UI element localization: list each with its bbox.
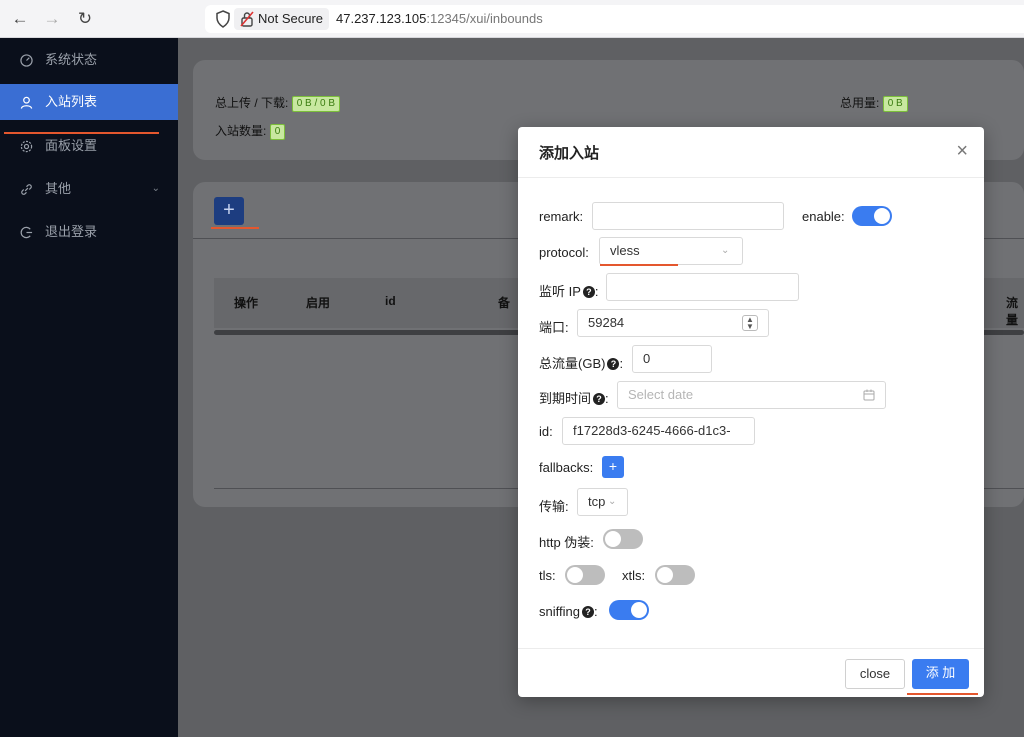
total-flow-input[interactable]: 0 [632,345,712,373]
chevron-down-icon: ⌄ [608,496,617,507]
modal-header-divider [518,177,984,178]
url-host: 47.237.123.105 [336,11,427,26]
enable-label: enable: [802,209,845,224]
total-flow-label: 总流量(GB)?: [539,356,624,371]
protocol-selected-value: vless [610,243,640,258]
remark-label: remark: [539,209,584,224]
listen-ip-label-text: 监听 IP [539,284,581,299]
sidebar-item-logout[interactable]: 退出登录 [0,214,178,250]
sniffing-label-text: sniffing [539,604,580,619]
upload-download-stat: 总上传 / 下载: 0 B / 0 B [215,94,341,112]
not-secure-indicator[interactable]: Not Secure [234,8,330,30]
sidebar-item-label: 退出登录 [45,224,98,239]
chevron-down-icon: ⌄ [721,245,730,256]
http-camouflage-label: http 伪装: [539,535,594,550]
add-fallback-button[interactable]: + [602,456,624,478]
expiry-label-text: 到期时间 [539,391,592,406]
total-usage-label: 总用量: [840,96,880,110]
chevron-down-icon: ⌄ [151,183,160,194]
url-path: :12345/xui/inbounds [426,11,543,26]
logout-icon [20,226,33,239]
xtls-label: xtls: [622,568,646,583]
sidebar-item-label: 面板设置 [45,138,98,153]
sidebar-item-inbounds[interactable]: 入站列表 [0,84,178,120]
sidebar-item-others[interactable]: 其他 ⌄ [0,171,178,207]
tls-toggle[interactable] [565,565,605,585]
forward-arrow-icon[interactable]: → [42,9,62,29]
close-icon[interactable]: × [956,141,968,161]
port-stepper[interactable]: ▲ ▼ [742,315,758,331]
inbound-count-label: 入站数量: [215,124,267,138]
total-flow-label-text: 总流量(GB) [539,356,606,371]
id-input[interactable]: f17228d3-6245-4666-d1c3- [562,417,755,445]
transport-select[interactable]: tcp [577,488,628,516]
upload-download-label: 总上传 / 下载: [215,96,289,110]
transport-selected-value: tcp [588,494,606,509]
add-button[interactable]: 添 加 [912,659,969,689]
calendar-icon [863,389,875,401]
total-usage-stat: 总用量: 0 B [840,94,908,112]
total-usage-badge: 0 B [882,95,908,112]
modal-footer-divider [518,648,984,649]
annotation-underline-add-button [907,693,978,695]
id-value: f17228d3-6245-4666-d1c3- [573,423,731,438]
link-icon [21,184,32,195]
user-icon [20,96,33,109]
total-flow-value: 0 [643,351,651,366]
not-secure-label: Not Secure [258,11,324,26]
inbound-count-badge: 0 [269,123,286,140]
fallbacks-label: fallbacks: [539,460,594,475]
reload-icon[interactable]: ↻ [75,9,95,29]
back-arrow-icon[interactable]: ← [10,9,30,29]
upload-download-badge: 0 B / 0 B [291,95,341,112]
listen-ip-label: 监听 IP?: [539,284,599,299]
inbound-count-stat: 入站数量: 0 [215,122,286,140]
gear-icon [20,140,33,153]
table-header-action: 操作 [234,296,259,310]
annotation-underline-add [211,227,259,229]
annotation-underline-inbounds [4,132,159,134]
add-inbound-button[interactable]: + [214,197,244,225]
sniffing-toggle[interactable] [609,600,649,620]
sidebar: 系统状态 入站列表 面板设置 其他 ⌄ 退出登录 [0,38,178,737]
port-input[interactable]: 59284 [577,309,769,337]
expiry-date-picker[interactable]: Select date [617,381,886,409]
insecure-lock-icon [240,11,254,27]
close-button[interactable]: close [845,659,905,689]
id-label: id: [539,424,553,439]
help-icon: ? [582,286,595,298]
add-inbound-modal: 添加入站 × remark: enable: protocol: vless ⌄… [518,127,984,697]
expiry-label: 到期时间?: [539,391,609,406]
shield-icon[interactable] [215,10,231,28]
table-header-id: id [385,294,396,308]
dashboard-icon [20,54,33,67]
modal-title: 添加入站 [539,145,600,162]
sidebar-item-label: 系统状态 [45,52,98,67]
browser-toolbar: ← → ↻ Not Secure 47.237.123.105:12345/xu… [0,0,1024,38]
sidebar-item-system-status[interactable]: 系统状态 [0,42,178,78]
table-header-traffic: 流量 [1006,296,1019,327]
table-header-remark: 备 [498,296,511,310]
help-icon: ? [593,393,606,405]
listen-ip-input[interactable] [606,273,799,301]
enable-toggle[interactable] [852,206,892,226]
help-icon: ? [607,358,620,370]
address-bar[interactable]: Not Secure 47.237.123.105:12345/xui/inbo… [205,5,1024,33]
port-value: 59284 [588,315,625,330]
transport-label: 传输: [539,499,569,514]
annotation-underline-protocol [600,264,678,266]
url-text[interactable]: 47.237.123.105:12345/xui/inbounds [336,5,543,33]
help-icon: ? [581,606,594,618]
xtls-toggle[interactable] [655,565,695,585]
sidebar-item-label: 入站列表 [45,94,98,109]
tls-label: tls: [539,568,556,583]
table-header-enabled: 启用 [306,296,331,310]
sniffing-label: sniffing?: [539,604,598,619]
expiry-placeholder: Select date [628,387,694,402]
remark-input[interactable] [592,202,784,230]
http-camouflage-toggle[interactable] [603,529,643,549]
sidebar-item-label: 其他 [45,181,72,196]
port-label: 端口: [539,320,569,335]
protocol-label: protocol: [539,245,589,260]
